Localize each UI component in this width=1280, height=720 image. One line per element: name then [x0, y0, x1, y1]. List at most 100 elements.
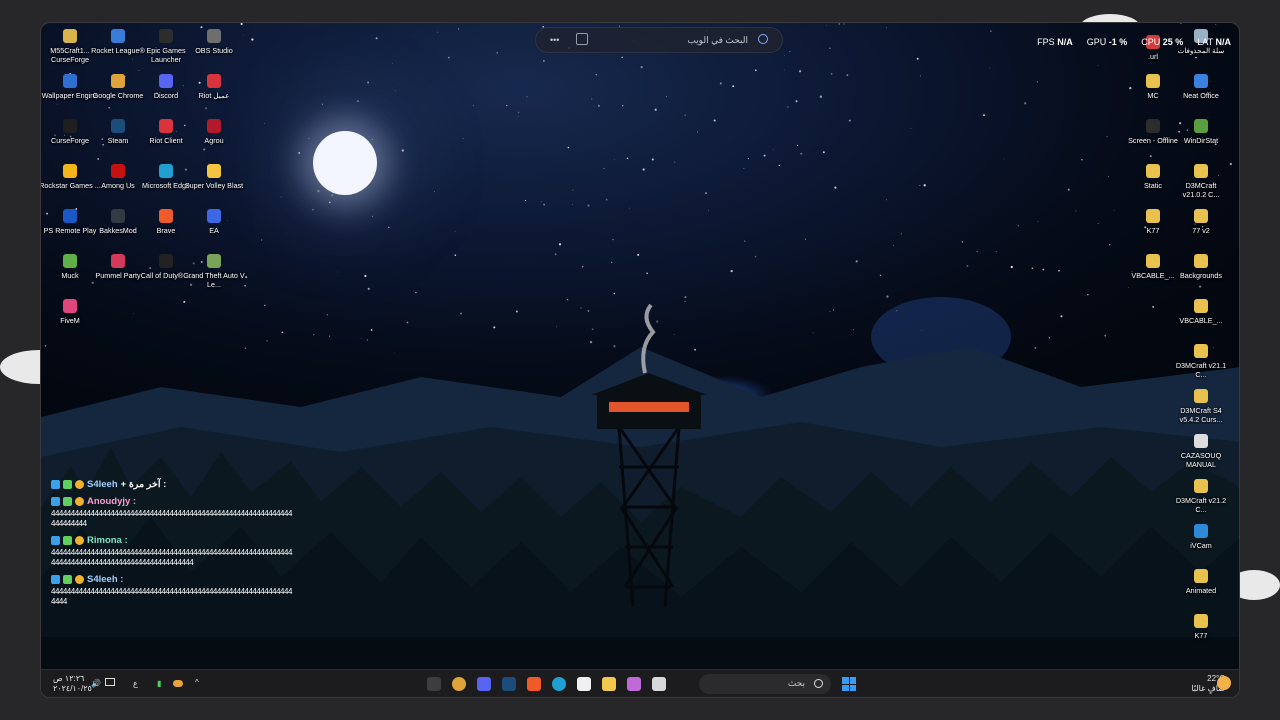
- desktop-icon[interactable]: FiveM: [41, 299, 102, 325]
- desktop-icon[interactable]: D3MCraft v21.2 C...: [1173, 479, 1229, 514]
- store-icon[interactable]: [577, 677, 591, 691]
- web-search-bar[interactable]: ••• البحث في الويب: [535, 27, 783, 53]
- desktop-icon[interactable]: WinDirStat: [1173, 119, 1229, 145]
- moon: [313, 131, 377, 195]
- app-icon: [63, 299, 77, 313]
- desktop-icon-label: Agrou: [204, 136, 224, 145]
- moon-weather-icon: [1217, 676, 1231, 690]
- star: [705, 192, 707, 195]
- app-icon: [63, 164, 77, 178]
- star: [838, 23, 840, 25]
- star: [595, 73, 598, 76]
- app-icon: [1194, 614, 1208, 628]
- desktop-icon[interactable]: Neat Office: [1173, 74, 1229, 100]
- app-icon: [159, 164, 173, 178]
- desktop-icon[interactable]: Grand Theft Auto V Le...: [182, 254, 246, 289]
- volume-icon[interactable]: 🔊: [91, 679, 101, 688]
- clock[interactable]: ١٢:٢٦ ص ٢٠٢٤/١٠/٢٥: [53, 674, 92, 694]
- desktop-icon-label: .url: [1148, 52, 1158, 61]
- desktop-icon[interactable]: D3MCraft v21.0.2 C...: [1173, 164, 1229, 199]
- star: [829, 47, 831, 50]
- star: [923, 184, 926, 187]
- cloud-tray-icon[interactable]: [173, 680, 183, 687]
- star: [976, 251, 978, 253]
- start-button[interactable]: [842, 677, 856, 691]
- star: [462, 138, 464, 139]
- star: [328, 201, 331, 204]
- desktop-icon[interactable]: Super Volley Blast: [182, 164, 246, 190]
- chevron-up-icon[interactable]: ^: [195, 678, 199, 687]
- star: [743, 168, 745, 169]
- desktop-icon[interactable]: Animated: [1173, 569, 1229, 595]
- star: [995, 251, 997, 252]
- desktop-icon[interactable]: Riot عميل: [182, 74, 246, 100]
- star: [843, 23, 845, 25]
- star: [1149, 155, 1152, 158]
- steam-icon[interactable]: [502, 677, 516, 691]
- star: [989, 67, 991, 69]
- microphone-icon[interactable]: ▮: [157, 679, 161, 688]
- discord-icon[interactable]: [477, 677, 491, 691]
- desktop-icon[interactable]: K77: [1173, 614, 1229, 640]
- copilot-icon[interactable]: [627, 677, 641, 691]
- star: [203, 148, 206, 151]
- desktop-icon[interactable]: D3MCraft S4 v5.4.2 Curs...: [1173, 389, 1229, 424]
- star: [684, 114, 686, 116]
- search-icon[interactable]: [758, 34, 768, 44]
- chat-username: S4leeh :: [87, 574, 124, 585]
- edge-icon[interactable]: [552, 677, 566, 691]
- desktop-icon[interactable]: VBCABLE_...: [1173, 299, 1229, 325]
- app-icon: [1146, 119, 1160, 133]
- taskbar-search-input[interactable]: بحث: [788, 678, 805, 689]
- star: [540, 201, 542, 203]
- star: [778, 164, 781, 167]
- star: [651, 158, 654, 161]
- star: [1229, 162, 1232, 166]
- app-icon: [63, 29, 77, 43]
- app-icon: [207, 209, 221, 223]
- app-icon: [207, 29, 221, 43]
- app-icon: [63, 74, 77, 88]
- desktop-icon[interactable]: EA: [182, 209, 246, 235]
- app-icon: [1194, 344, 1208, 358]
- scan-icon[interactable]: [576, 33, 588, 45]
- taskbar-search[interactable]: بحث: [699, 674, 831, 694]
- star: [367, 81, 370, 84]
- star: [614, 159, 615, 161]
- star: [97, 158, 100, 160]
- brave-icon[interactable]: [527, 677, 541, 691]
- star: [879, 274, 882, 277]
- stream-chat-overlay: S4leeh + آخر مرة : Anoudyjy : 4444444444444…: [51, 479, 295, 613]
- desktop-icon[interactable]: OBS Studio: [182, 29, 246, 55]
- star: [747, 158, 749, 160]
- file-explorer-icon[interactable]: [602, 677, 616, 691]
- star: [830, 72, 833, 75]
- obs-icon[interactable]: [427, 677, 441, 691]
- desktop-icon[interactable]: 77 v2: [1173, 209, 1229, 235]
- network-icon[interactable]: [105, 678, 115, 686]
- gpu-stat: GPU -1 %: [1086, 37, 1128, 47]
- star: [822, 151, 825, 154]
- desktop-icon[interactable]: D3MCraft v21.1 C...: [1173, 344, 1229, 379]
- app-icon: [1194, 389, 1208, 403]
- search-input[interactable]: البحث في الويب: [687, 35, 748, 46]
- chat-badge-icon: [51, 536, 60, 545]
- star: [798, 70, 802, 73]
- star: [454, 230, 456, 232]
- app-icon: [111, 74, 125, 88]
- chat-text: 4444444444444444444444444444444444444444…: [51, 548, 292, 567]
- language-indicator[interactable]: ع: [133, 679, 138, 688]
- more-options-icon[interactable]: •••: [550, 35, 559, 45]
- chrome-icon[interactable]: [452, 677, 466, 691]
- star: [261, 239, 263, 241]
- star: [1107, 175, 1110, 178]
- desktop-icon[interactable]: Backgrounds: [1173, 254, 1229, 280]
- app-icon: [63, 119, 77, 133]
- app-icon: [1146, 164, 1160, 178]
- star: [893, 245, 894, 246]
- desktop-icon[interactable]: Agrou: [182, 119, 246, 145]
- star: [591, 98, 593, 100]
- desktop-icon[interactable]: CAZASOUQ MANUAL: [1173, 434, 1229, 469]
- window-icon[interactable]: [652, 677, 666, 691]
- desktop-icon[interactable]: iVCam: [1173, 524, 1229, 550]
